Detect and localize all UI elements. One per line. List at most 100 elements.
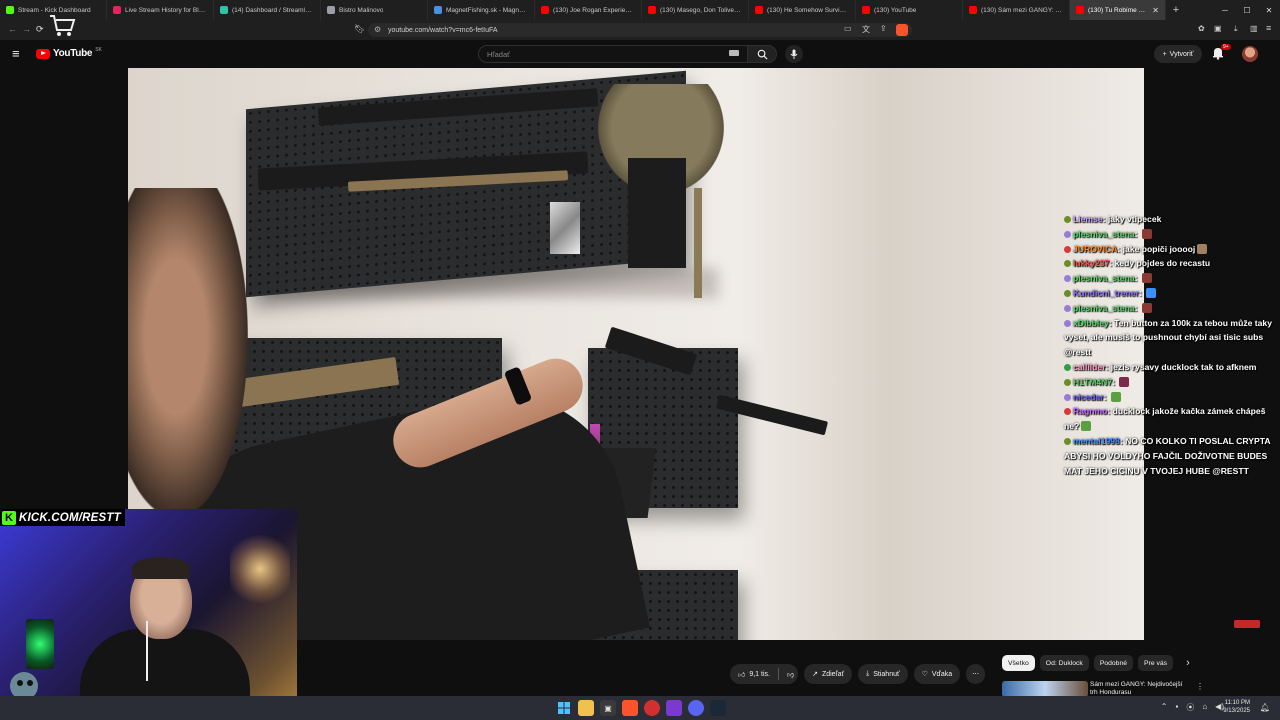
tab-favicon-icon bbox=[113, 6, 121, 14]
tab-favicon-icon bbox=[541, 6, 549, 14]
voice-search-button[interactable] bbox=[785, 45, 803, 63]
earphone-cable bbox=[146, 621, 148, 681]
bookmark-icon[interactable]: 🔖︎ bbox=[354, 24, 365, 35]
browser-tab[interactable]: (130) Tu Robíme VIDE ✕ bbox=[1070, 0, 1166, 20]
share-page-icon[interactable]: ⇪ bbox=[880, 24, 887, 33]
filter-chip[interactable]: Všetko bbox=[1002, 655, 1035, 671]
menu-icon[interactable]: ≡ bbox=[1266, 23, 1271, 33]
video-actions-bar: 👍︎ 9,1 tis. 👎︎ ↗ Zdieľať ⤓ Stiahnuť ♡ Vď… bbox=[730, 664, 986, 684]
share-icon: ↗ bbox=[812, 671, 818, 678]
tab-close-icon[interactable]: ✕ bbox=[1152, 6, 1159, 15]
account-avatar[interactable] bbox=[1242, 46, 1258, 62]
file-explorer-icon[interactable] bbox=[578, 700, 594, 716]
browser-tab[interactable]: (130) Joe Rogan Experience #2 bbox=[535, 0, 642, 20]
tray-app-icon[interactable]: ▪ bbox=[1175, 702, 1178, 713]
brave-browser-icon[interactable] bbox=[622, 700, 638, 716]
terminal-icon[interactable]: ▣ bbox=[600, 700, 616, 716]
share-button[interactable]: ↗ Zdieľať bbox=[804, 664, 853, 684]
tab-label: Bistro Malinovo bbox=[339, 6, 384, 14]
chat-emote-icon bbox=[1197, 243, 1208, 254]
extensions-icon[interactable]: ✿ bbox=[1198, 24, 1205, 33]
screen-icon[interactable]: ▭ bbox=[844, 24, 852, 33]
recommended-video-menu-icon[interactable]: ⋮ bbox=[1196, 682, 1204, 691]
live-indicator-badge bbox=[1234, 620, 1260, 628]
chat-badge-icon bbox=[1064, 393, 1071, 401]
maximize-button[interactable]: ☐ bbox=[1236, 0, 1258, 20]
thanks-button[interactable]: ♡ Vďaka bbox=[913, 664, 961, 684]
browser-tab[interactable]: MagnetFishing.sk - Magnety a bbox=[428, 0, 535, 20]
download-arrow-icon: ⤓ bbox=[866, 670, 870, 677]
new-tab-button[interactable]: + bbox=[1166, 0, 1186, 20]
taskbar-clock[interactable]: 11:10 PM 9/13/2025 bbox=[1210, 699, 1250, 715]
notification-center-icon[interactable]: 🔔︎ bbox=[1260, 703, 1270, 712]
tab-favicon-icon bbox=[648, 6, 656, 14]
chat-badge-icon bbox=[1064, 363, 1071, 371]
chat-text: kedy pojdes do recastu bbox=[1114, 258, 1211, 269]
search-button[interactable] bbox=[747, 45, 777, 63]
browser-toolbar: ← → ⟳ 🔖︎ ⚙︎ youtube.com/watch?v=mc6-fetI… bbox=[0, 20, 1280, 40]
chat-text: jake popiči jooooj bbox=[1122, 243, 1196, 254]
create-button[interactable]: + Vytvoriť bbox=[1154, 45, 1202, 63]
like-button[interactable]: 👍︎ 9,1 tis. bbox=[738, 670, 770, 679]
windows-taskbar: ▣ ⌃ ▪ ⦿ ⌂ ◀︎) 11:10 PM 9/13/2025 🔔︎ bbox=[0, 696, 1280, 720]
address-bar[interactable]: ⚙︎ youtube.com/watch?v=mc6-fetIuFA bbox=[368, 23, 912, 37]
translate-icon[interactable]: 文 bbox=[862, 24, 870, 35]
hamburger-menu-icon[interactable]: ≡ bbox=[12, 46, 20, 61]
chips-next-chevron-icon[interactable]: › bbox=[1186, 657, 1190, 669]
filter-chip[interactable]: Pre vás bbox=[1138, 655, 1174, 671]
discord-icon[interactable] bbox=[688, 700, 704, 716]
thumbs-down-icon: 👎︎ bbox=[786, 671, 795, 679]
forward-icon[interactable]: → bbox=[22, 24, 31, 34]
recommended-video-title[interactable]: Sám mezi GANGY: Nejdivočejší trh Hondura… bbox=[1090, 681, 1190, 697]
site-info-icon[interactable]: ⚙︎ bbox=[374, 25, 381, 34]
download-button[interactable]: ⤓ Stiahnuť bbox=[858, 664, 908, 684]
tray-chevron-icon[interactable]: ⌃ bbox=[1161, 702, 1168, 713]
twitch-icon[interactable] bbox=[666, 700, 682, 716]
download-icon[interactable]: ⤓ bbox=[1234, 24, 1238, 34]
network-icon[interactable]: ⌂ bbox=[1202, 702, 1207, 713]
brave-shield-icon[interactable] bbox=[896, 24, 908, 36]
browser-tab[interactable]: (130) YouTube bbox=[856, 0, 963, 20]
tab-label: (130) Tu Robíme VIDE bbox=[1088, 6, 1149, 14]
chat-message: xDibbley: Ten button za 100k za tebou mů… bbox=[1064, 317, 1272, 358]
browser-tab[interactable]: (14) Dashboard / Streamlabs bbox=[214, 0, 321, 20]
filter-chip[interactable]: Od: Duklock bbox=[1039, 655, 1089, 671]
browser-tab[interactable]: Live Stream History for Blerp S bbox=[107, 0, 214, 20]
chat-username: mental1998 bbox=[1073, 435, 1120, 446]
back-icon[interactable]: ← bbox=[8, 24, 17, 34]
chat-emote-icon bbox=[1146, 287, 1157, 298]
tab-favicon-icon bbox=[755, 6, 763, 14]
windows-start-icon[interactable] bbox=[556, 700, 572, 716]
chat-username: plesniva_stena bbox=[1073, 228, 1135, 239]
more-actions-button[interactable]: ⋯ bbox=[966, 664, 986, 684]
tab-favicon-icon bbox=[434, 6, 442, 14]
browser-tab[interactable]: (130) Masego, Don Toliver - M bbox=[642, 0, 749, 20]
close-window-button[interactable]: ✕ bbox=[1258, 0, 1280, 20]
chat-badge-icon bbox=[1064, 216, 1071, 223]
chat-badge-icon bbox=[1064, 275, 1071, 283]
tray-mic-icon[interactable]: ⦿ bbox=[1186, 702, 1194, 713]
chat-message: plesniva_stena: bbox=[1064, 227, 1274, 242]
dislike-button[interactable]: 👎︎ bbox=[787, 670, 794, 679]
chat-username: Ragnmo bbox=[1073, 406, 1108, 417]
chat-message: Liemse: jaky vtipecek bbox=[1064, 212, 1274, 227]
browser-tab[interactable]: Bistro Malinovo bbox=[321, 0, 428, 20]
chat-message: nicedar: bbox=[1064, 390, 1274, 405]
keyboard-icon[interactable] bbox=[729, 50, 739, 56]
steam-icon[interactable] bbox=[710, 700, 726, 716]
chat-username: H1TM4N7 bbox=[1073, 376, 1113, 387]
recommended-video-thumbnail[interactable] bbox=[1002, 681, 1088, 697]
chat-message: callilder: jezis rysavy ducklock tak to … bbox=[1064, 360, 1274, 375]
browser-tab[interactable]: (130) He Somehow Survived Th bbox=[749, 0, 856, 20]
obs-icon[interactable] bbox=[644, 700, 660, 716]
reload-icon[interactable]: ⟳ bbox=[36, 24, 44, 35]
filter-chip[interactable]: Podobné bbox=[1093, 655, 1134, 671]
wallet-icon[interactable]: ▣ bbox=[1214, 24, 1222, 33]
minimize-button[interactable]: ─ bbox=[1214, 0, 1236, 20]
sidebar-icon[interactable]: ▥ bbox=[1250, 24, 1258, 33]
person-head bbox=[128, 188, 248, 518]
search-input[interactable]: Hľadať bbox=[478, 45, 748, 63]
browser-tab[interactable]: (130) Sám mezi GANGY: Nejdi bbox=[963, 0, 1070, 20]
youtube-logo[interactable]: YouTube SK bbox=[36, 47, 102, 59]
chat-message: Kundicni_trener: bbox=[1064, 286, 1274, 301]
